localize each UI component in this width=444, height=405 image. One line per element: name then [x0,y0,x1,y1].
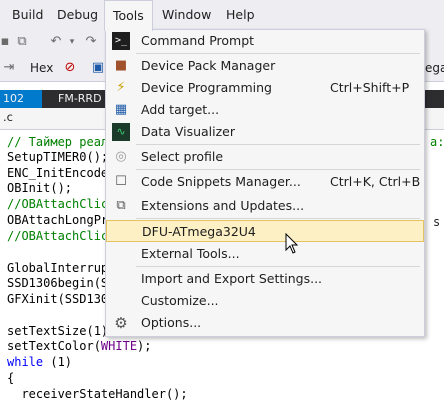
menu-item-import-export[interactable]: Import and Export Settings... [106,268,424,290]
menu-help[interactable]: Help [218,0,263,30]
menu-window[interactable]: Window [154,0,219,30]
menu-item-data-visualizer[interactable]: ∿ Data Visualizer [106,121,424,143]
menu-item-label: External Tools... [141,246,240,261]
code-line: GFXinit(SSD130 [7,292,109,306]
menu-item-label: Options... [141,315,202,330]
code-line: OBInit(); [7,181,73,195]
code-line: { [7,371,15,385]
menu-item-label: Import and Export Settings... [141,271,323,286]
code-overflow-text: a: [430,135,444,149]
breakpoint-disable-icon[interactable]: ⊘ [62,58,78,78]
menu-item-dfu-atmega32u4[interactable]: DFU-ATmega32U4 [106,220,424,242]
device-pack-icon: ■ [114,58,128,73]
menu-item-label: Code Snippets Manager... [141,174,301,189]
menu-separator [136,218,420,219]
menu-item-label: Device Programming [141,80,272,95]
menu-item-label: Extensions and Updates... [141,198,305,213]
code-snippets-icon: ☐ [115,174,127,189]
code-line: //OBAttachClic [7,197,109,211]
menu-item-command-prompt[interactable]: >_ Command Prompt [106,30,424,52]
menu-item-label: DFU-ATmega32U4 [142,224,256,239]
tools-dropdown-menu: >_ Command Prompt ■ Device Pack Manager … [105,29,425,337]
menu-build[interactable]: Build [4,0,51,30]
menu-item-label: Select profile [141,149,224,164]
code-line: SetupTIMER0(); [7,150,109,164]
code-line: while (1) [7,355,73,369]
menu-item-shortcut: Ctrl+Shift+P [330,80,410,95]
code-line: setTextColor(WHITE); [7,339,152,353]
menu-bar: Build Debug Tools Window Help [0,0,444,31]
add-target-icon: ▦ [114,102,128,117]
menu-item-select-profile[interactable]: ◎ Select profile [106,146,424,168]
tab-102[interactable]: 102 [0,90,42,108]
code-line: SSD1306begin(SS [7,276,116,290]
menu-item-label: Command Prompt [141,33,255,48]
menu-separator [136,266,420,267]
menu-item-external-tools[interactable]: External Tools... [106,243,424,265]
extensions-icon: ⧉ [116,198,126,213]
menu-item-add-target[interactable]: ▦ Add target... [106,99,424,121]
menu-item-extensions[interactable]: ⧉ Extensions and Updates... [106,195,424,217]
device-programming-icon: ⚡ [116,80,126,95]
menu-separator [136,53,420,54]
data-visualizer-icon: ∿ [112,123,130,141]
menu-item-label: Add target... [141,102,220,117]
menu-item-device-pack-manager[interactable]: ■ Device Pack Manager [106,55,424,77]
menu-item-label: Data Visualizer [141,124,236,139]
file-tab-label[interactable]: .c [3,110,13,124]
redo-icon[interactable]: ↷ [83,32,99,52]
menu-tools[interactable]: Tools [104,0,153,31]
code-line: OBAttachLongPr [7,213,109,227]
mouse-cursor-icon [285,233,299,254]
menu-item-label: Device Pack Manager [141,58,276,73]
undo-dropdown-icon[interactable]: ▾ [66,32,78,52]
menu-item-options[interactable]: ⚙ Options... [106,312,424,334]
menu-debug[interactable]: Debug [49,0,106,30]
menu-item-device-programming[interactable]: ⚡ Device Programming Ctrl+Shift+P [106,77,424,99]
menu-item-shortcut: Ctrl+K, Ctrl+B [330,174,421,189]
code-overflow-text: s [433,215,441,229]
menu-item-code-snippets[interactable]: ☐ Code Snippets Manager... Ctrl+K, Ctrl+… [106,171,424,193]
menu-item-customize[interactable]: Customize... [106,290,424,312]
menu-item-label: Customize... [141,293,219,308]
gear-icon: ⚙ [114,314,128,332]
hex-toggle[interactable]: Hex [30,54,53,82]
save-all-icon[interactable]: ⧉ [14,32,30,52]
code-line: receiverStateHandler(); [7,387,188,401]
menu-separator [136,144,420,145]
device-icon[interactable]: ▣ [91,58,105,78]
indent-icon[interactable]: ⇥ [2,58,16,78]
device-selector[interactable]: ega3 [425,54,444,82]
menu-separator [136,169,420,170]
save-icon[interactable]: ▪ [0,32,10,52]
command-prompt-icon: >_ [112,32,130,50]
code-line: //OBAttachClic [7,229,109,243]
undo-icon[interactable]: ↶ [48,32,64,52]
select-profile-icon: ◎ [115,149,127,164]
